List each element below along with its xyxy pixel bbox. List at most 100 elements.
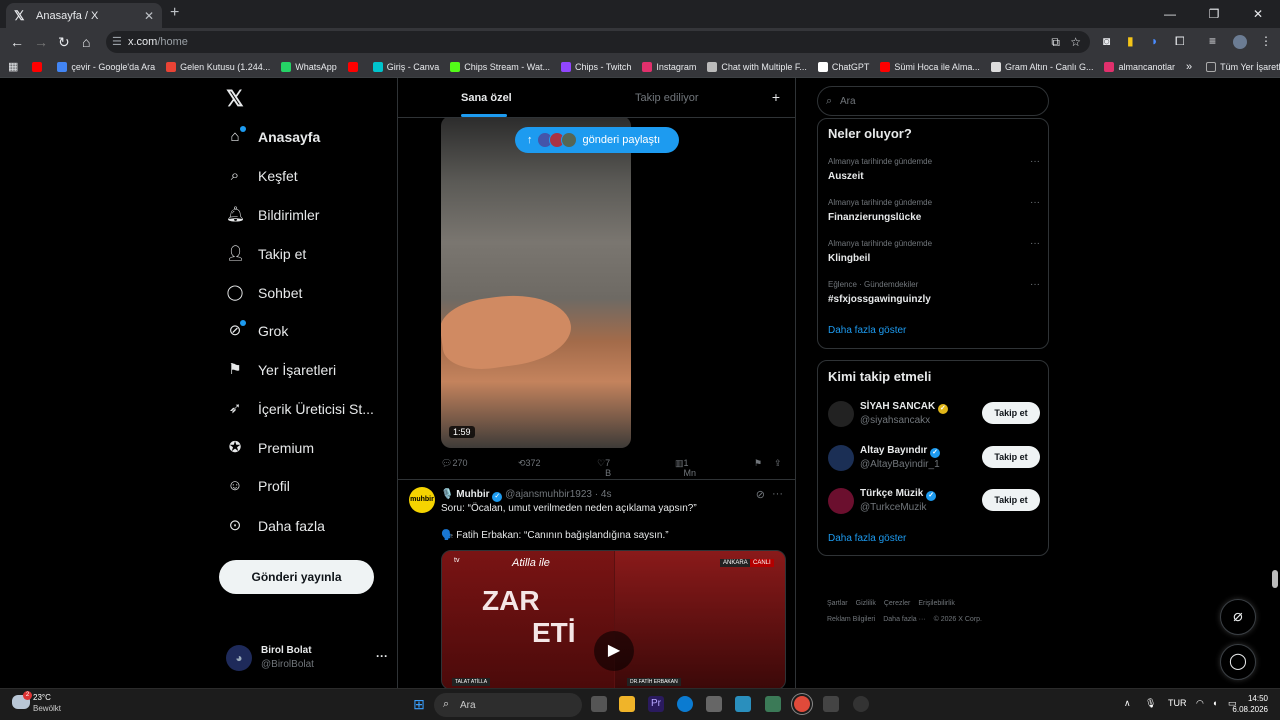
bookmark-item[interactable]: WhatsApp [281, 61, 337, 72]
views-button[interactable]: ▥ 1 Mn [675, 458, 696, 478]
reload-icon[interactable]: ↻ [58, 34, 70, 51]
footer-privacy[interactable]: Gizlilik [856, 600, 876, 607]
like-button[interactable]: ♡ 7 B [597, 458, 611, 478]
windows-start-icon[interactable]: ⊞ [411, 696, 427, 712]
trend-more-icon[interactable]: ··· [1030, 279, 1040, 290]
share-icon[interactable]: ⇪ [774, 458, 782, 469]
yellow-extension-icon[interactable]: ▮ [1127, 34, 1134, 48]
nav-item-home[interactable]: ⌂ Anasayfa [226, 124, 320, 150]
bookmark-item[interactable]: Sümi Hoca ile Alma... [880, 61, 980, 72]
nav-item-search[interactable]: ⌕ Keşfet [226, 163, 298, 189]
tab-following[interactable]: Takip ediliyor [635, 92, 699, 104]
site-info-icon[interactable]: ☰ [112, 35, 122, 48]
edge-icon[interactable] [677, 696, 693, 712]
bookmark-post-icon[interactable]: ⚑ [754, 458, 762, 469]
play-icon[interactable]: ▶ [594, 631, 634, 671]
tray-overflow-icon[interactable]: ∧ [1124, 698, 1131, 709]
nav-item-chat[interactable]: ◯ Sohbet [226, 280, 303, 306]
trend-item[interactable]: Eğlence · Gündemdekiler #sfxjossgawinguin… [828, 279, 1040, 305]
x-logo-icon[interactable]: 𝕏 [226, 86, 244, 112]
restore-icon[interactable]: ❐ [1192, 0, 1236, 28]
address-bar[interactable]: ☰ x.com/home ⧉ ☆ [106, 31, 1090, 53]
nav-item-person-add[interactable]: 👤︎ Takip et [226, 241, 306, 267]
nav-item-bookmark[interactable]: ⚑ Yer İşaretleri [226, 357, 336, 383]
store-icon[interactable] [706, 696, 722, 712]
footer-ads-info[interactable]: Reklam Bilgileri [827, 616, 875, 623]
all-bookmarks[interactable]: Tüm Yer İşaretleri [1206, 61, 1280, 72]
taskbar-search[interactable]: ⌕ Ara [434, 693, 582, 717]
bookmark-item[interactable]: Giriş - Canva [372, 61, 439, 72]
premiere-icon[interactable]: Pr [648, 696, 664, 712]
author-name[interactable]: Muhbir [456, 489, 489, 500]
account-switcher[interactable]: ◕ Birol Bolat @BirolBolat ··· [226, 644, 388, 676]
system-clock[interactable]: 14:50 6.08.2026 [1232, 693, 1268, 715]
post-time[interactable]: · 4s [595, 489, 612, 500]
follow-button[interactable]: Takip et [982, 446, 1040, 468]
suggestion-name[interactable]: Türkçe Müzik ✓ [860, 488, 937, 501]
footer-more[interactable]: Daha fazla ··· [883, 616, 925, 623]
trend-more-icon[interactable]: ··· [1030, 156, 1040, 167]
trend-more-icon[interactable]: ··· [1030, 238, 1040, 249]
back-icon[interactable]: ← [10, 34, 24, 50]
author-avatar[interactable]: muhbir [409, 487, 435, 513]
follow-button[interactable]: Takip et [982, 489, 1040, 511]
trend-item[interactable]: Almanya tarihinde gündemde Finanzierungsl… [828, 197, 1040, 223]
bookmark-star-icon[interactable]: ☆ [1070, 35, 1081, 49]
minimize-icon[interactable]: — [1148, 0, 1192, 28]
repost-button[interactable]: ⟲ 372 [518, 458, 541, 469]
task-view-icon[interactable] [591, 696, 607, 712]
post-button[interactable]: Gönderi yayınla [219, 560, 374, 594]
page-scrollbar[interactable] [1272, 570, 1278, 588]
suggestion-item[interactable]: SİYAH SANCAK ✓ @siyahsancakx Takip et [828, 401, 1040, 431]
nav-item-premium[interactable]: ✪ Premium [226, 435, 314, 461]
trend-item[interactable]: Almanya tarihinde gündemde Auszeit ··· [828, 156, 1040, 182]
trend-item[interactable]: Almanya tarihinde gündemde Klingbeil ··· [828, 238, 1040, 264]
app2-icon[interactable] [823, 696, 839, 712]
suggestion-name[interactable]: Altay Bayındır ✓ [860, 445, 941, 458]
new-tab-icon[interactable]: + [170, 4, 179, 22]
footer-accessibility[interactable]: Erişilebilirlik [918, 600, 955, 607]
nav-item-bell[interactable]: 🔔︎ Bildirimler [226, 202, 319, 228]
trend-more-icon[interactable]: ··· [1030, 197, 1040, 208]
file-explorer-icon[interactable] [619, 696, 635, 712]
avatar[interactable] [828, 445, 854, 471]
bookmark-item[interactable]: Chat with Multiple F... [707, 61, 807, 72]
profile-avatar-icon[interactable] [1233, 35, 1247, 49]
search-input[interactable]: ⌕ Ara [817, 86, 1049, 116]
bookmark-item[interactable] [32, 61, 46, 72]
trends-show-more[interactable]: Daha fazla göster [828, 325, 906, 336]
app-icon[interactable] [765, 696, 781, 712]
nav-item-profile[interactable]: ☺ Profil [226, 473, 290, 499]
audio-extension-icon[interactable]: ◗ [1151, 34, 1158, 48]
photos-icon[interactable] [735, 696, 751, 712]
input-language[interactable]: TUR [1168, 698, 1187, 708]
new-posts-pill[interactable]: ↑ gönderi paylaştı [515, 127, 679, 153]
browser-tab[interactable]: 𝕏 Anasayfa / X ✕ [6, 3, 162, 28]
bookmark-item[interactable]: Chips Stream - Wat... [450, 61, 550, 72]
bookmark-item[interactable]: Instagram [642, 61, 696, 72]
nav-item-more[interactable]: ⊙ Daha fazla [226, 513, 325, 539]
avatar[interactable] [828, 401, 854, 427]
footer-terms[interactable]: Şartlar [827, 600, 848, 607]
bookmark-item[interactable]: çevir - Google'da Ara [57, 61, 155, 72]
microphone-icon[interactable]: 🎙︎ [1145, 698, 1156, 709]
tab-close-icon[interactable]: ✕ [144, 9, 154, 23]
install-app-icon[interactable]: ⧉ [1051, 35, 1060, 50]
bookmark-item[interactable]: ChatGPT [817, 61, 869, 72]
author-handle[interactable]: @ajansmuhbir1923 [505, 489, 592, 500]
nav-item-grok[interactable]: ⊘ Grok [226, 318, 288, 344]
video-player[interactable]: tv Atilla ile ZAR ETİ ANKARA CANLI TALAT… [441, 550, 786, 688]
grok-analyze-icon[interactable]: ⊘ [756, 488, 765, 501]
nav-item-rocket[interactable]: ➶ İçerik Üreticisi St... [226, 396, 374, 422]
volume-icon[interactable]: ◖ [1212, 698, 1217, 708]
bookmark-item[interactable]: Chips - Twitch [560, 61, 631, 72]
apps-grid-icon[interactable]: ▦ [8, 60, 18, 73]
bookmark-item[interactable]: almancanotlar [1104, 61, 1175, 72]
bookmark-item[interactable] [347, 61, 362, 72]
add-tab-icon[interactable]: + [772, 89, 780, 105]
account-more-icon[interactable]: ··· [376, 649, 388, 663]
suggestion-name[interactable]: SİYAH SANCAK ✓ [860, 401, 948, 414]
follow-button[interactable]: Takip et [982, 402, 1040, 424]
suggestion-item[interactable]: Altay Bayındır ✓ @AltayBayindir_1 Takip et [828, 445, 1040, 475]
tab-for-you[interactable]: Sana özel [461, 92, 512, 104]
